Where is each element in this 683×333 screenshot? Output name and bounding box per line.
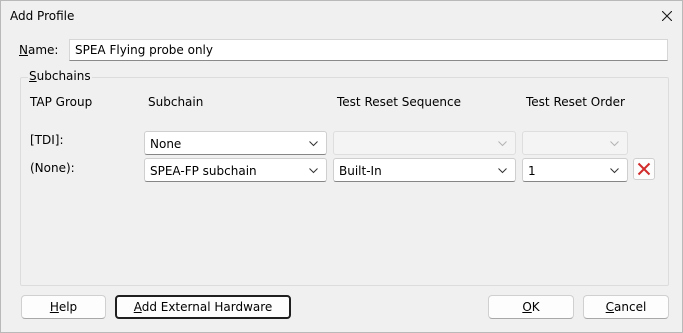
row-tdi-reset-sequence-select bbox=[333, 131, 516, 155]
row-none-reset-sequence-value: Built-In bbox=[339, 164, 382, 178]
delete-row-button[interactable] bbox=[633, 158, 655, 180]
row-tdi-label: [TDI]: bbox=[30, 133, 64, 147]
name-label: Name: bbox=[19, 43, 59, 57]
chevron-down-icon bbox=[610, 168, 619, 174]
header-test-reset-order: Test Reset Order bbox=[526, 95, 625, 109]
row-none-reset-order-value: 1 bbox=[528, 164, 536, 178]
row-tdi-subchain-value: None bbox=[150, 137, 182, 151]
cancel-button[interactable]: Cancel bbox=[583, 295, 669, 319]
chevron-down-icon bbox=[498, 141, 507, 147]
chevron-down-icon bbox=[309, 141, 318, 147]
subchains-group-label: Subchains bbox=[28, 69, 92, 83]
name-input[interactable]: SPEA Flying probe only bbox=[69, 39, 668, 61]
window-title: Add Profile bbox=[10, 9, 75, 23]
row-none-subchain-value: SPEA-FP subchain bbox=[150, 164, 257, 178]
chevron-down-icon bbox=[309, 168, 318, 174]
row-none-reset-order-select[interactable]: 1 bbox=[522, 158, 628, 182]
header-tap-group: TAP Group bbox=[30, 95, 93, 109]
header-subchain: Subchain bbox=[148, 95, 204, 109]
help-button[interactable]: Help bbox=[21, 295, 106, 319]
add-profile-dialog: Add Profile Name: SPEA Flying probe only… bbox=[0, 0, 683, 333]
ok-button[interactable]: OK bbox=[488, 295, 574, 319]
row-tdi-subchain-select[interactable]: None bbox=[144, 131, 327, 155]
delete-x-icon bbox=[637, 162, 651, 176]
row-tdi-reset-order-select bbox=[522, 131, 628, 155]
add-external-hardware-button[interactable]: Add External Hardware bbox=[115, 295, 291, 319]
row-none-reset-sequence-select[interactable]: Built-In bbox=[333, 158, 516, 182]
title-bar: Add Profile bbox=[1, 1, 682, 31]
row-none-label: (None): bbox=[30, 161, 75, 175]
chevron-down-icon bbox=[610, 141, 619, 147]
chevron-down-icon bbox=[498, 168, 507, 174]
close-button[interactable] bbox=[653, 3, 681, 29]
close-icon bbox=[662, 11, 672, 21]
header-test-reset-sequence: Test Reset Sequence bbox=[337, 95, 461, 109]
row-none-subchain-select[interactable]: SPEA-FP subchain bbox=[144, 158, 327, 182]
